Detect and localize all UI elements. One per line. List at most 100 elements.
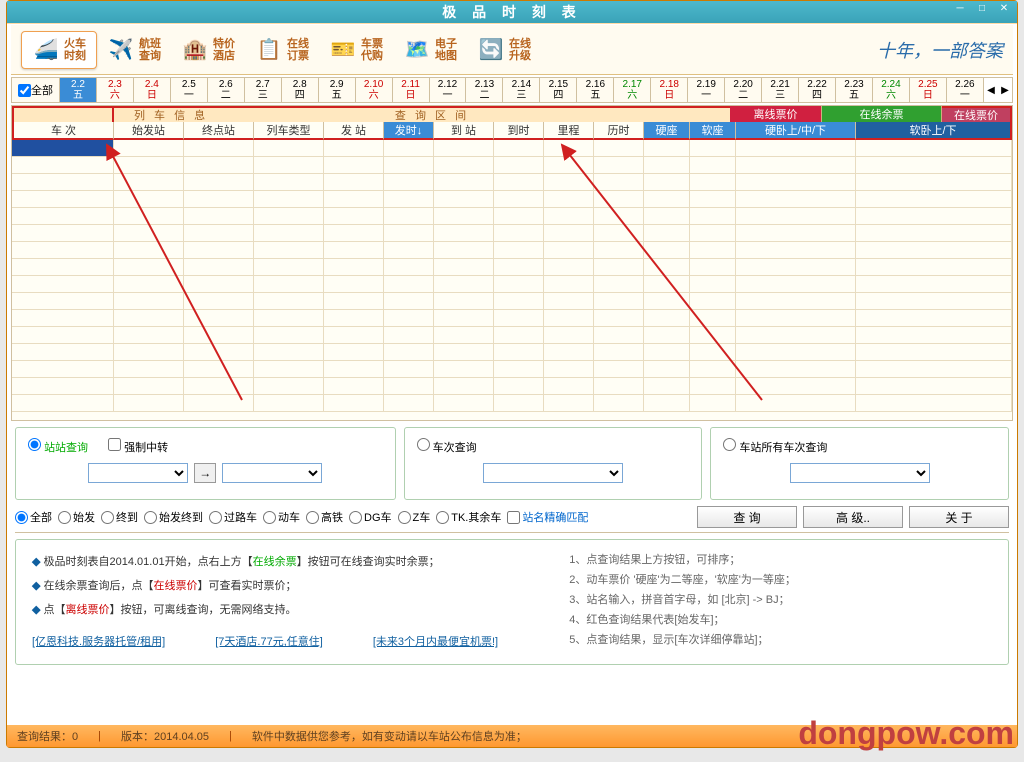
toolbar-online-upgrade[interactable]: 🔄 在线 升级	[467, 32, 541, 68]
date-cell[interactable]: 2.25日	[910, 78, 947, 102]
date-cell[interactable]: 2.21三	[762, 78, 799, 102]
date-prev-button[interactable]: ◀	[984, 78, 998, 102]
table-row[interactable]	[12, 395, 1012, 412]
swap-stations-button[interactable]: →	[194, 463, 216, 483]
close-icon[interactable]: ✕	[995, 3, 1013, 17]
link-flights[interactable]: [未来3个月内最便宜机票!]	[373, 630, 498, 654]
minimize-icon[interactable]: ─	[951, 3, 969, 17]
train-no-combo[interactable]	[483, 463, 623, 483]
table-row[interactable]	[12, 208, 1012, 225]
col-start-station[interactable]: 始发站	[114, 122, 184, 140]
col-train-no[interactable]: 车 次	[12, 122, 114, 140]
table-row[interactable]	[12, 293, 1012, 310]
date-cell[interactable]: 2.5一	[171, 78, 208, 102]
group-train-no	[12, 106, 114, 122]
filter-dg[interactable]: DG车	[349, 509, 392, 525]
date-cell[interactable]: 2.8四	[282, 78, 319, 102]
col-depart-station[interactable]: 发 站	[324, 122, 384, 140]
col-depart-time[interactable]: 发时↓	[384, 122, 434, 140]
about-button[interactable]: 关 于	[909, 506, 1009, 528]
col-duration[interactable]: 历时	[594, 122, 644, 140]
table-row[interactable]	[12, 327, 1012, 344]
date-next-button[interactable]: ▶	[998, 78, 1012, 102]
filter-z[interactable]: Z车	[398, 509, 431, 525]
station-combo[interactable]	[790, 463, 930, 483]
exact-match-check[interactable]: 站名精确匹配	[507, 509, 588, 525]
date-cell[interactable]: 2.13二	[466, 78, 503, 102]
station-query-radio[interactable]: 站站查询	[28, 438, 88, 455]
date-cell[interactable]: 2.9五	[319, 78, 356, 102]
maximize-icon[interactable]: □	[973, 3, 991, 17]
from-station-combo[interactable]	[88, 463, 188, 483]
toolbar-online-booking[interactable]: 📋 在线 订票	[245, 32, 319, 68]
date-cell[interactable]: 2.12一	[430, 78, 467, 102]
link-yien[interactable]: [亿恩科技.服务器托管/租用]	[32, 630, 165, 654]
date-cell[interactable]: 2.4日	[134, 78, 171, 102]
col-train-type[interactable]: 列车类型	[254, 122, 324, 140]
col-hard-seat[interactable]: 硬座	[644, 122, 690, 140]
col-end-station[interactable]: 终点站	[184, 122, 254, 140]
group-online-remain[interactable]: 在线余票	[822, 106, 942, 122]
table-row[interactable]	[12, 242, 1012, 259]
date-cell[interactable]: 2.3六	[97, 78, 134, 102]
date-cell[interactable]: 2.22四	[799, 78, 836, 102]
date-cell[interactable]: 2.11日	[393, 78, 430, 102]
date-cell[interactable]: 2.19一	[688, 78, 725, 102]
all-dates-check[interactable]	[18, 84, 31, 97]
toolbar-special-hotel[interactable]: 🏨 特价 酒店	[171, 32, 245, 68]
date-cell[interactable]: 2.14三	[503, 78, 540, 102]
date-cell[interactable]: 2.6二	[208, 78, 245, 102]
date-cell[interactable]: 2.20二	[725, 78, 762, 102]
filter-startend[interactable]: 始发终到	[144, 509, 203, 525]
table-row[interactable]	[12, 140, 1012, 157]
table-row[interactable]	[12, 378, 1012, 395]
table-row[interactable]	[12, 191, 1012, 208]
station-all-radio[interactable]: 车站所有车次查询	[723, 438, 827, 455]
group-online-price[interactable]: 在线票价	[942, 106, 1012, 122]
date-cell[interactable]: 2.2五	[60, 78, 97, 102]
filter-g[interactable]: 高铁	[306, 509, 343, 525]
filter-passing[interactable]: 过路车	[209, 509, 257, 525]
filter-end[interactable]: 终到	[101, 509, 138, 525]
link-7days[interactable]: [7天酒店.77元,任意住]	[215, 630, 323, 654]
col-hard-sleeper[interactable]: 硬卧上/中/下	[736, 122, 856, 140]
to-station-combo[interactable]	[222, 463, 322, 483]
date-cell[interactable]: 2.10六	[356, 78, 393, 102]
col-distance[interactable]: 里程	[544, 122, 594, 140]
table-row[interactable]	[12, 361, 1012, 378]
table-row[interactable]	[12, 276, 1012, 293]
group-offline-price[interactable]: 离线票价	[730, 106, 822, 122]
toolbar-train-schedule[interactable]: 🚄 火车 时刻	[21, 31, 97, 69]
date-all-checkbox[interactable]: 全部	[12, 78, 60, 102]
filter-start[interactable]: 始发	[58, 509, 95, 525]
date-cell[interactable]: 2.23五	[836, 78, 873, 102]
date-cell[interactable]: 2.18日	[651, 78, 688, 102]
date-cell[interactable]: 2.16五	[577, 78, 614, 102]
table-row[interactable]	[12, 310, 1012, 327]
results-grid[interactable]	[12, 140, 1012, 420]
date-cell[interactable]: 2.7三	[245, 78, 282, 102]
table-row[interactable]	[12, 225, 1012, 242]
date-cell[interactable]: 2.24六	[873, 78, 910, 102]
date-cell[interactable]: 2.17六	[614, 78, 651, 102]
col-arrive-station[interactable]: 到 站	[434, 122, 494, 140]
query-button[interactable]: 查 询	[697, 506, 797, 528]
table-row[interactable]	[12, 174, 1012, 191]
toolbar-ticket-agent[interactable]: 🎫 车票 代购	[319, 32, 393, 68]
toolbar-emap[interactable]: 🗺️ 电子 地图	[393, 32, 467, 68]
toolbar-flight-query[interactable]: ✈️ 航班 查询	[97, 32, 171, 68]
table-row[interactable]	[12, 259, 1012, 276]
date-cell[interactable]: 2.26一	[947, 78, 984, 102]
col-arrive-time[interactable]: 到时	[494, 122, 544, 140]
train-no-radio[interactable]: 车次查询	[417, 438, 477, 455]
col-soft-seat[interactable]: 软座	[690, 122, 736, 140]
table-row[interactable]	[12, 344, 1012, 361]
filter-all[interactable]: 全部	[15, 509, 52, 525]
table-row[interactable]	[12, 157, 1012, 174]
advanced-button[interactable]: 高 级..	[803, 506, 903, 528]
filter-d[interactable]: 动车	[263, 509, 300, 525]
date-cell[interactable]: 2.15四	[540, 78, 577, 102]
col-soft-sleeper[interactable]: 软卧上/下	[856, 122, 1012, 140]
filter-tk[interactable]: TK.其余车	[436, 509, 501, 525]
force-transfer-check[interactable]: 强制中转	[108, 438, 168, 455]
